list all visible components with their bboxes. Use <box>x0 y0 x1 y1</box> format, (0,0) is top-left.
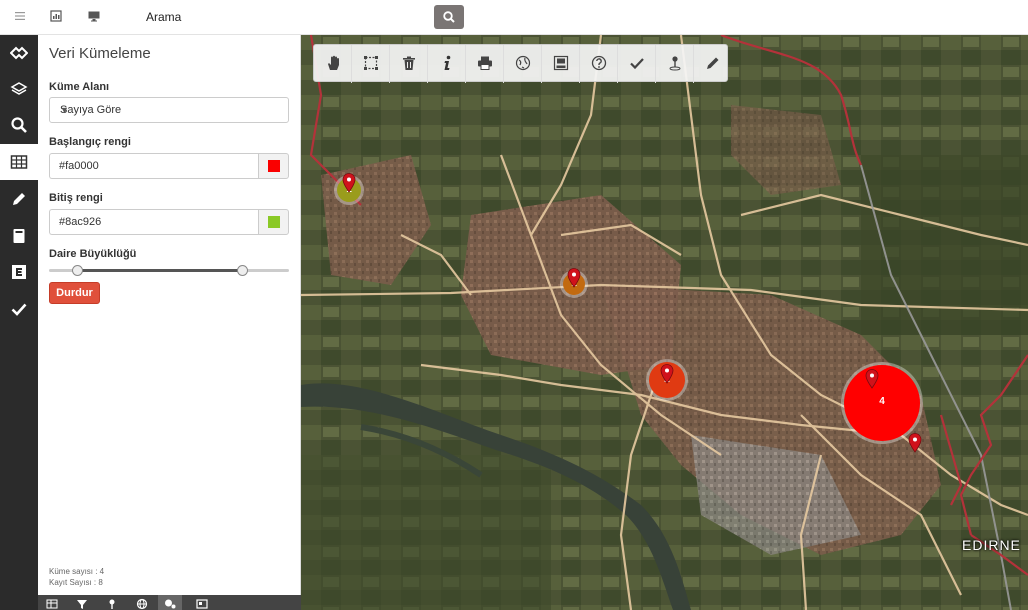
left-rail <box>0 35 38 610</box>
marker-icon[interactable] <box>100 595 124 610</box>
hand-icon[interactable] <box>314 45 352 83</box>
map-pin-icon[interactable] <box>567 268 581 288</box>
select-box-icon[interactable] <box>352 45 390 83</box>
layers-icon[interactable] <box>0 71 38 107</box>
cluster-field-select[interactable]: Sayıya Göre ▼ <box>49 97 289 123</box>
start-color-swatch <box>268 160 280 172</box>
end-color-picker[interactable] <box>258 209 289 235</box>
slider-max-handle[interactable] <box>236 265 248 276</box>
end-color-swatch <box>268 216 280 228</box>
chevron-down-icon: ▼ <box>60 105 69 115</box>
cluster-field-label: Küme Alanı <box>49 81 110 93</box>
e-icon[interactable] <box>0 254 38 290</box>
globe-icon[interactable] <box>504 45 542 83</box>
table-icon[interactable] <box>0 144 38 180</box>
filter-icon[interactable] <box>70 595 94 610</box>
help-icon[interactable] <box>580 45 618 83</box>
circle-size-slider[interactable] <box>49 265 289 276</box>
start-color-picker[interactable] <box>258 153 289 179</box>
map-pin-icon[interactable] <box>908 433 922 453</box>
pencil-icon[interactable] <box>0 181 38 217</box>
map-toolbar <box>313 44 728 83</box>
start-color-label: Başlangıç rengi <box>49 136 131 148</box>
search-icon <box>443 11 455 23</box>
record-count: Kayıt Sayısı : 8 <box>49 578 103 587</box>
circle-size-label: Daire Büyüklüğü <box>49 248 137 260</box>
pin-icon[interactable] <box>656 45 694 83</box>
start-color-row: #fa0000 <box>49 153 289 179</box>
map-pin-icon[interactable] <box>660 364 674 384</box>
logo-icon[interactable] <box>0 35 38 71</box>
end-color-value: #8ac926 <box>59 216 102 228</box>
end-color-label: Bitiş rengi <box>49 192 103 204</box>
map-pin-icon[interactable] <box>342 173 356 193</box>
globe-icon[interactable] <box>130 595 154 610</box>
book-icon[interactable] <box>0 218 38 254</box>
map-view[interactable]: 4 2 1 1 EDIRNE <box>301 35 1028 610</box>
end-color-row: #8ac926 <box>49 209 289 235</box>
trash-icon[interactable] <box>390 45 428 83</box>
slider-min-handle[interactable] <box>71 265 83 276</box>
pencil-icon[interactable] <box>694 45 732 83</box>
monitor-icon[interactable] <box>86 9 102 25</box>
cluster-panel: Veri Kümeleme Küme Alanı Sayıya Göre ▼ B… <box>38 35 301 595</box>
chart-icon[interactable] <box>48 9 64 25</box>
search-icon[interactable] <box>0 107 38 143</box>
search-title: Arama <box>146 10 182 24</box>
info-icon[interactable] <box>428 45 466 83</box>
check-icon[interactable] <box>0 291 38 327</box>
city-label: EDIRNE <box>962 537 1021 553</box>
map-pin-icon[interactable] <box>865 369 879 389</box>
search-button[interactable] <box>434 5 464 29</box>
cluster-icon[interactable] <box>158 595 182 610</box>
table-icon[interactable] <box>40 595 64 610</box>
panel-bottom-bar <box>38 595 301 610</box>
export-image-icon[interactable] <box>542 45 580 83</box>
cluster-count-label: 4 <box>879 396 885 407</box>
stop-button[interactable]: Durdur <box>49 282 100 304</box>
satellite-map <box>301 35 1028 610</box>
top-bar: Arama <box>0 0 1028 35</box>
check-icon[interactable] <box>618 45 656 83</box>
end-color-input[interactable]: #8ac926 <box>49 209 259 235</box>
image-icon[interactable] <box>190 595 214 610</box>
cluster-count: Küme sayısı : 4 <box>49 567 105 576</box>
slider-fill <box>77 269 243 272</box>
menu-icon[interactable] <box>12 9 28 25</box>
print-icon[interactable] <box>466 45 504 83</box>
panel-title: Veri Kümeleme <box>49 45 151 62</box>
start-color-input[interactable]: #fa0000 <box>49 153 259 179</box>
start-color-value: #fa0000 <box>59 160 99 172</box>
